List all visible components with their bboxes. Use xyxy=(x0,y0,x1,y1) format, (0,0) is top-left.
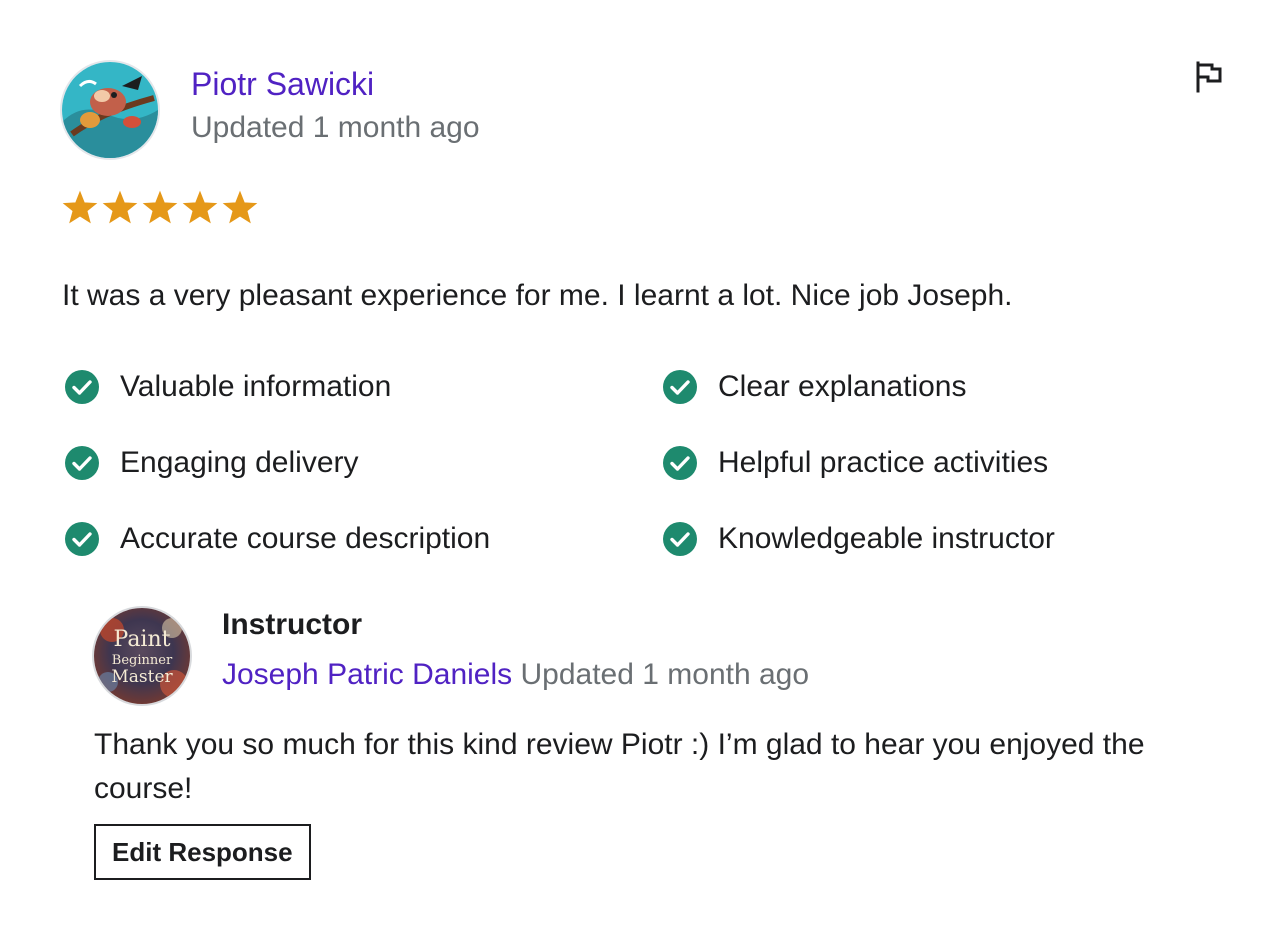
attribute-item: Clear explanations xyxy=(662,367,966,407)
check-circle-icon xyxy=(64,521,100,557)
star-icon xyxy=(62,190,98,226)
response-meta: Joseph Patric Daniels Updated 1 month ag… xyxy=(222,658,809,692)
review-card: Piotr Sawicki Updated 1 month ago It was… xyxy=(0,0,1286,940)
check-circle-icon xyxy=(662,445,698,481)
attribute-item: Valuable information xyxy=(64,367,391,407)
avatar-text-master: Master xyxy=(111,667,173,687)
attribute-label: Clear explanations xyxy=(718,370,967,403)
attribute-item: Knowledgeable instructor xyxy=(662,519,1055,559)
check-circle-icon xyxy=(64,369,100,405)
response-updated-time: Updated 1 month ago xyxy=(520,658,810,691)
report-flag-button[interactable] xyxy=(1188,58,1230,100)
attribute-label: Valuable information xyxy=(120,370,392,403)
check-circle-icon xyxy=(662,369,698,405)
response-role: Instructor xyxy=(222,608,363,641)
instructor-avatar: Paint Beginner Master xyxy=(94,608,190,704)
attribute-label: Helpful practice activities xyxy=(718,446,1049,479)
attribute-item: Engaging delivery xyxy=(64,443,359,483)
star-icon xyxy=(222,190,258,226)
reviewer-avatar xyxy=(62,62,158,158)
attribute-label: Knowledgeable instructor xyxy=(718,522,1055,555)
attribute-label: Accurate course description xyxy=(120,522,491,555)
avatar-text-paint: Paint xyxy=(114,627,171,652)
star-icon xyxy=(142,190,178,226)
response-text: Thank you so much for this kind review P… xyxy=(94,728,1145,805)
review-updated-time: Updated 1 month ago xyxy=(191,111,480,144)
edit-response-button[interactable]: Edit Response xyxy=(94,824,311,880)
review-text: It was a very pleasant experience for me… xyxy=(62,279,1013,312)
attribute-label: Engaging delivery xyxy=(120,446,359,479)
avatar-text-beginner: Beginner xyxy=(112,653,173,668)
flag-icon xyxy=(1194,61,1224,98)
reviewer-name[interactable]: Piotr Sawicki xyxy=(191,66,374,103)
instructor-name[interactable]: Joseph Patric Daniels xyxy=(222,658,512,691)
attribute-item: Helpful practice activities xyxy=(662,443,1048,483)
star-icon xyxy=(182,190,218,226)
check-circle-icon xyxy=(662,521,698,557)
attribute-item: Accurate course description xyxy=(64,519,490,559)
star-icon xyxy=(102,190,138,226)
star-rating xyxy=(62,190,258,226)
check-circle-icon xyxy=(64,445,100,481)
